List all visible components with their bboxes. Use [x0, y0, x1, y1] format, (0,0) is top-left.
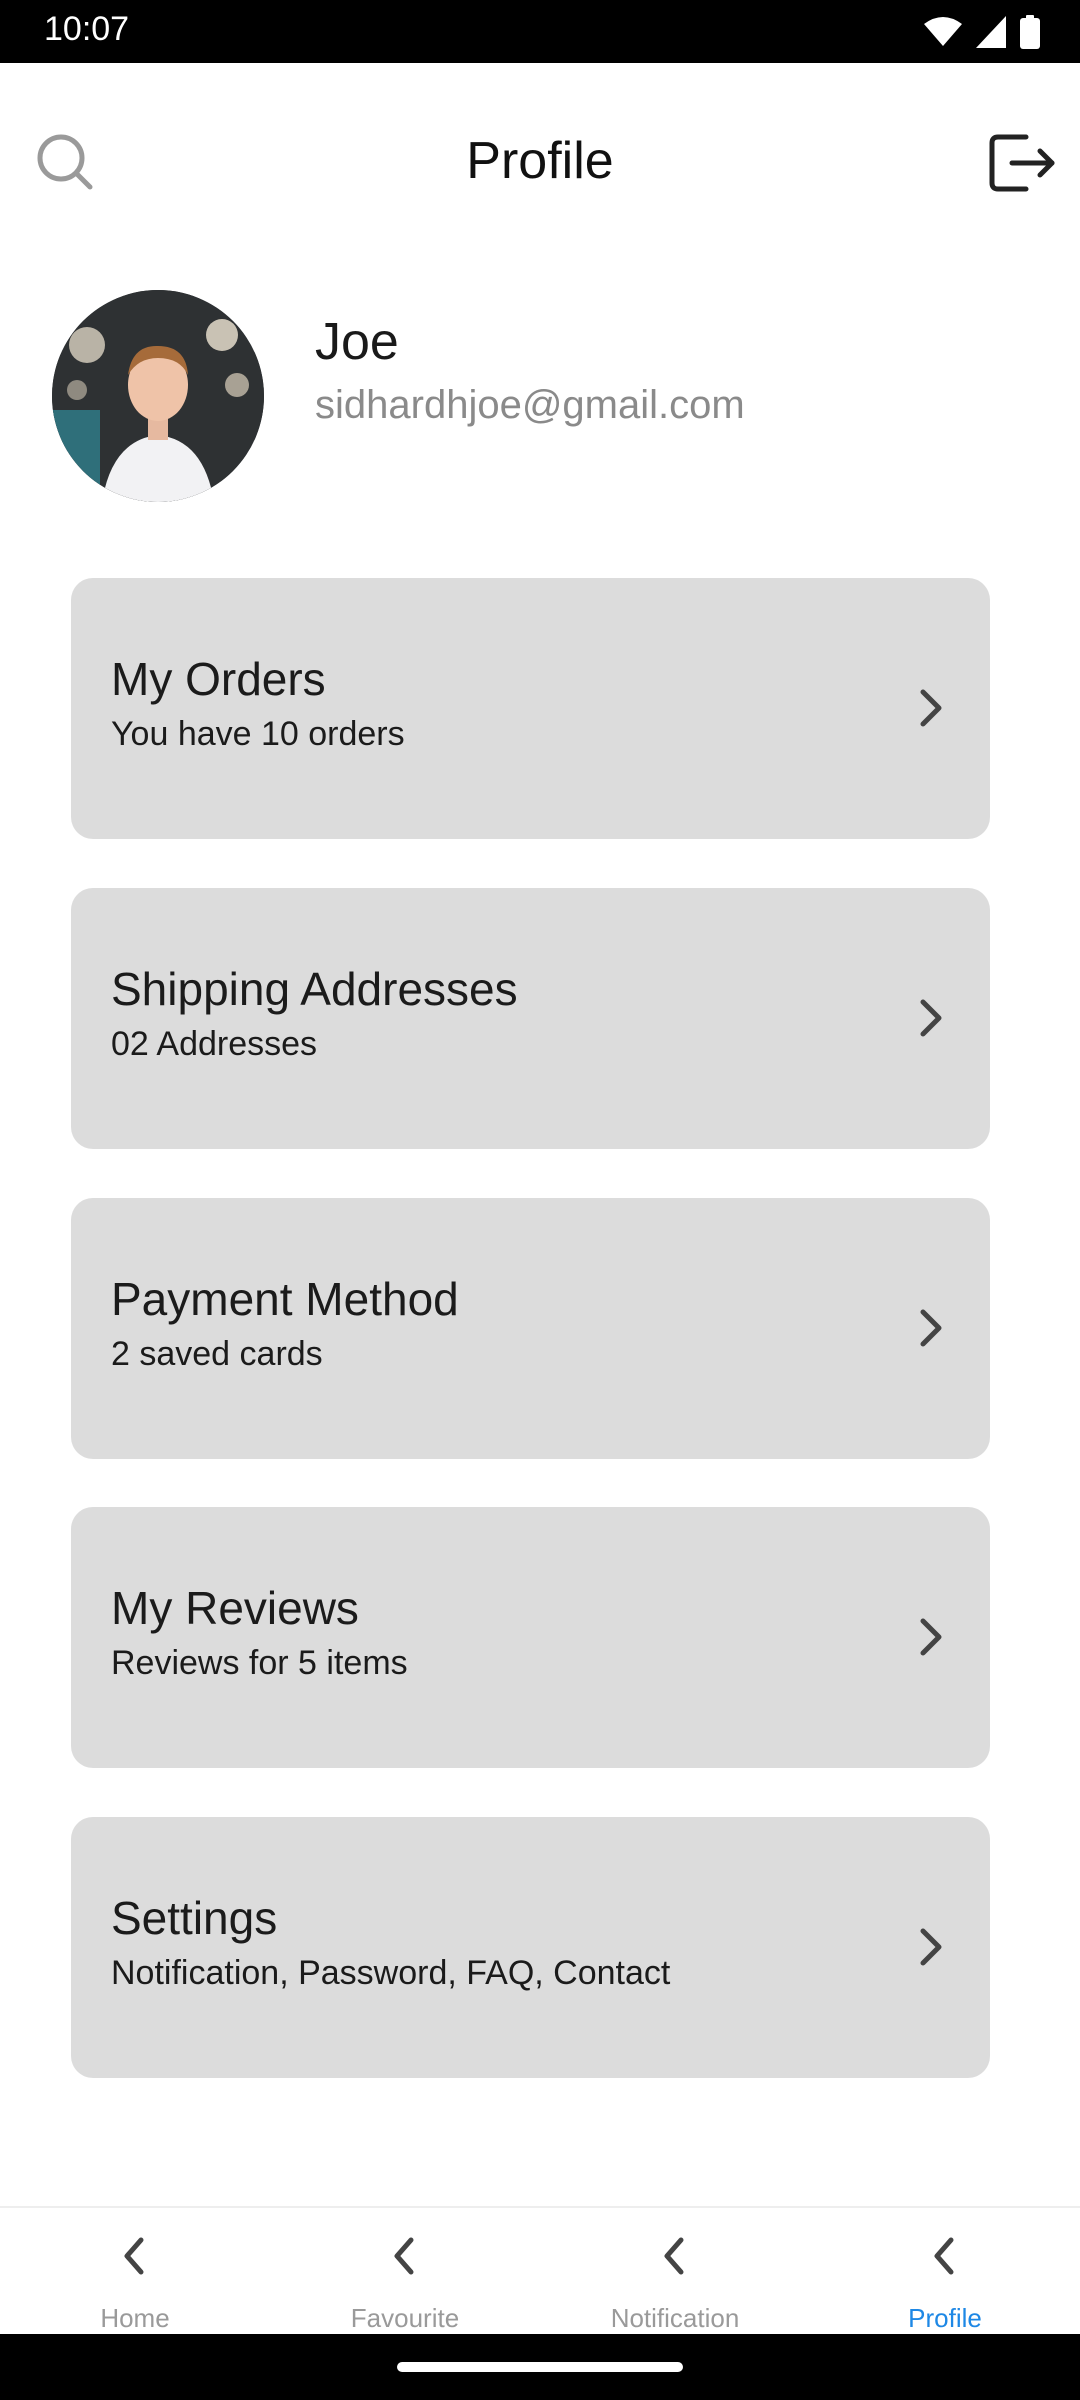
menu-item-payment-method[interactable]: Payment Method 2 saved cards [71, 1198, 990, 1459]
status-bar: 10:07 [0, 0, 1080, 63]
chevron-right-icon [920, 1618, 942, 1656]
menu-item-title: My Orders [111, 653, 326, 705]
profile-summary: Joe sidhardhjoe@gmail.com [0, 290, 1080, 502]
chevron-right-icon [920, 999, 942, 1037]
nav-item-favourite[interactable]: Favourite [270, 2208, 540, 2336]
nav-item-notification[interactable]: Notification [540, 2208, 810, 2336]
menu-item-my-reviews[interactable]: My Reviews Reviews for 5 items [71, 1507, 990, 1768]
menu-item-settings[interactable]: Settings Notification, Password, FAQ, Co… [71, 1817, 990, 2078]
status-time: 10:07 [44, 10, 130, 48]
logout-icon [989, 134, 1055, 192]
nav-label: Notification [610, 2303, 740, 2333]
chevron-right-icon [920, 1309, 942, 1347]
menu-item-subtitle: You have 10 orders [111, 715, 405, 753]
chevron-left-icon [124, 2237, 144, 2275]
chevron-left-icon [664, 2237, 684, 2275]
menu-item-title: Settings [111, 1892, 278, 1944]
nav-label: Profile [908, 2303, 982, 2333]
nav-item-profile[interactable]: Profile [810, 2208, 1080, 2336]
battery-icon [1020, 15, 1040, 49]
user-email: sidhardhjoe@gmail.com [315, 383, 745, 427]
menu-item-subtitle: Notification, Password, FAQ, Contact [111, 1954, 671, 1992]
user-name: Joe [315, 313, 399, 371]
home-indicator[interactable] [397, 2362, 683, 2372]
page-title: Profile [466, 132, 614, 190]
chevron-right-icon [920, 689, 942, 727]
menu-item-subtitle: 2 saved cards [111, 1335, 323, 1373]
nav-item-home[interactable]: Home [0, 2208, 270, 2336]
wifi-icon [924, 17, 962, 46]
chevron-left-icon [394, 2237, 414, 2275]
app-header: Profile [0, 63, 1080, 263]
nav-label: Home [100, 2303, 170, 2333]
menu-item-subtitle: 02 Addresses [111, 1025, 318, 1063]
avatar[interactable] [52, 290, 264, 502]
nav-label: Favourite [350, 2303, 460, 2333]
menu-item-title: My Reviews [111, 1582, 359, 1634]
bottom-navigation: Home Favourite Notification Profile [0, 2206, 1080, 2334]
system-navigation-bar [0, 2334, 1080, 2400]
menu-item-subtitle: Reviews for 5 items [111, 1644, 408, 1682]
cellular-signal-icon [976, 16, 1006, 48]
menu-item-my-orders[interactable]: My Orders You have 10 orders [71, 578, 990, 839]
chevron-left-icon [934, 2237, 954, 2275]
avatar-photo [52, 290, 264, 502]
menu-item-title: Payment Method [111, 1273, 459, 1325]
logout-button[interactable] [984, 125, 1060, 201]
menu-item-shipping-addresses[interactable]: Shipping Addresses 02 Addresses [71, 888, 990, 1149]
menu-item-title: Shipping Addresses [111, 963, 518, 1015]
status-icons [924, 14, 1040, 50]
chevron-right-icon [920, 1928, 942, 1966]
